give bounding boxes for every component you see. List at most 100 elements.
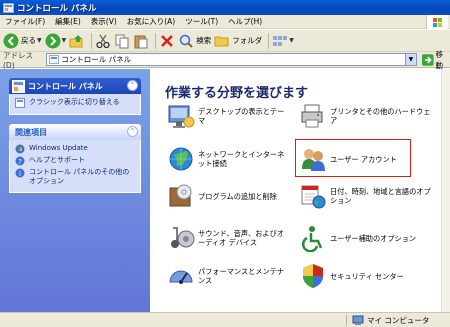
control-panel-section-body: クラシック表示に切り替える <box>9 94 141 115</box>
info-icon: i <box>15 168 25 178</box>
control-panel-section-header[interactable]: コントロール パネル ˄ <box>9 78 141 94</box>
search-label: 検索 <box>196 36 212 45</box>
related-section-title: 関連項目 <box>15 127 47 137</box>
help-icon: ? <box>15 156 25 166</box>
go-arrow-icon <box>421 53 434 66</box>
back-label: 戻る <box>21 36 36 45</box>
category-performance[interactable]: パフォーマンスとメンテナンス <box>167 262 289 290</box>
chevron-down-icon: ▼ <box>61 37 67 44</box>
printer-icon <box>301 104 323 128</box>
views-icon <box>273 35 288 46</box>
windows-update-icon <box>15 144 25 154</box>
up-folder-button[interactable] <box>69 32 85 50</box>
folder-icon <box>214 36 229 46</box>
delete-x-icon <box>161 34 174 47</box>
status-divider <box>346 315 347 326</box>
vertical-scrollbar[interactable] <box>441 69 450 312</box>
cut-button[interactable] <box>95 32 111 50</box>
status-computer-label: マイ コンピュータ <box>367 316 430 325</box>
category-network[interactable]: ネットワークとインターネット接続 <box>167 145 289 173</box>
related-section-body: Windows Update ? ヘルプとサポート i コントロール パネルのそ… <box>9 140 141 193</box>
classic-view-icon <box>15 98 25 108</box>
folders-button[interactable]: フォルダ <box>214 32 262 50</box>
category-add-remove-programs[interactable]: プログラムの追加と削除 <box>167 182 289 210</box>
delete-button[interactable] <box>159 32 175 50</box>
security-shield-icon <box>303 264 323 288</box>
folders-label: フォルダ <box>232 36 263 45</box>
category-date-time-region-label: 日付、時刻、地域と言語のオプション <box>330 187 431 205</box>
windows-update-label: Windows Update <box>29 144 88 152</box>
control-panel-icon <box>12 79 25 93</box>
category-sounds-label: サウンド、音声、およびオーディオ デバイス <box>198 229 284 247</box>
go-label: 移動 <box>435 49 444 70</box>
category-printers-hardware-label: プリンタとその他のハードウェア <box>330 107 431 125</box>
toolbar-separator <box>91 32 93 49</box>
paste-button[interactable] <box>133 32 149 50</box>
task-pane: コントロール パネル ˄ クラシック表示に切り替える 関連項目 ˄ Window… <box>0 69 150 312</box>
category-security-center[interactable]: セキュリティ センター <box>299 262 437 290</box>
scissors-icon <box>96 34 110 48</box>
back-button[interactable]: 戻る ▼ <box>3 32 42 50</box>
forward-arrow-icon <box>45 33 61 48</box>
network-globe-icon <box>169 147 193 171</box>
windows-update-link[interactable]: Windows Update <box>15 144 135 154</box>
my-computer-icon <box>352 315 364 325</box>
sound-devices-icon <box>171 227 195 248</box>
chevron-down-icon: ▼ <box>37 37 42 44</box>
desktop-theme-icon <box>168 105 195 128</box>
switch-classic-view-label: クラシック表示に切り替える <box>29 98 120 106</box>
back-arrow-icon <box>3 33 19 48</box>
accessibility-icon <box>302 226 323 252</box>
copy-button[interactable] <box>114 32 130 50</box>
status-zone: マイ コンピュータ <box>352 315 429 326</box>
address-value: コントロール パネル <box>61 55 132 64</box>
category-view: 作業する分野を選びます デスクトップの表示とテーマ プリンタとその他のハードウェ… <box>165 69 441 312</box>
switch-classic-view-link[interactable]: クラシック表示に切り替える <box>15 98 135 108</box>
menu-favorites[interactable]: お気に入り(A) <box>122 16 180 27</box>
toolbar: 戻る ▼ ▼ 検索 フォルダ ▼ <box>0 30 450 52</box>
performance-gauge-icon <box>169 270 193 284</box>
collapse-icon[interactable]: ˄ <box>127 126 138 137</box>
menu-file[interactable]: ファイル(F) <box>0 16 50 27</box>
chevron-down-icon: ▼ <box>289 37 294 44</box>
category-accessibility-label: ユーザー補助のオプション <box>330 233 417 243</box>
related-section: 関連項目 ˄ Windows Update ? ヘルプとサポート i コントロー… <box>9 124 141 193</box>
category-sounds[interactable]: サウンド、音声、およびオーディオ デバイス <box>167 224 289 252</box>
status-bar: マイ コンピュータ <box>0 312 450 327</box>
menu-tools[interactable]: ツール(T) <box>180 16 223 27</box>
category-security-center-label: セキュリティ センター <box>330 271 404 281</box>
add-remove-programs-icon <box>169 184 192 207</box>
go-button[interactable]: 移動 <box>421 49 450 71</box>
window-title: コントロール パネル <box>17 3 97 14</box>
category-printers-hardware[interactable]: プリンタとその他のハードウェア <box>299 102 437 130</box>
address-dropdown-button[interactable]: ▼ <box>404 54 416 65</box>
other-options-link[interactable]: i コントロール パネルのその他のオプション <box>15 168 135 186</box>
control-panel-section: コントロール パネル ˄ クラシック表示に切り替える <box>9 78 141 115</box>
category-performance-label: パフォーマンスとメンテナンス <box>198 267 285 285</box>
help-and-support-link[interactable]: ? ヘルプとサポート <box>15 156 135 166</box>
up-folder-icon <box>69 34 83 47</box>
category-date-time-region[interactable]: 日付、時刻、地域と言語のオプション <box>299 182 437 210</box>
address-input[interactable]: コントロール パネル ▼ <box>46 53 417 66</box>
category-network-label: ネットワークとインターネット接続 <box>198 150 285 168</box>
menu-view[interactable]: 表示(V) <box>86 16 122 27</box>
menu-bar: ファイル(F) 編集(E) 表示(V) お気に入り(A) ツール(T) ヘルプ(… <box>0 15 450 29</box>
category-add-remove-programs-label: プログラムの追加と削除 <box>198 191 277 201</box>
svg-text:i: i <box>19 170 21 178</box>
toolbar-separator <box>155 32 157 49</box>
category-appearance[interactable]: デスクトップの表示とテーマ <box>167 102 289 130</box>
category-accessibility[interactable]: ユーザー補助のオプション <box>299 224 437 252</box>
title-bar: コントロール パネル <box>0 0 450 15</box>
collapse-icon[interactable]: ˄ <box>127 80 138 91</box>
views-button[interactable]: ▼ <box>272 32 294 50</box>
windows-logo-icon <box>426 15 448 29</box>
related-section-header[interactable]: 関連項目 ˄ <box>9 124 141 140</box>
menu-help[interactable]: ヘルプ(H) <box>223 16 267 27</box>
control-panel-section-title: コントロール パネル <box>28 81 103 91</box>
paste-icon <box>134 35 148 48</box>
copy-icon <box>115 34 129 48</box>
toolbar-separator <box>268 32 270 49</box>
menu-edit[interactable]: 編集(E) <box>50 16 86 27</box>
forward-button[interactable]: ▼ <box>45 32 67 50</box>
search-button[interactable]: 検索 <box>178 32 211 50</box>
